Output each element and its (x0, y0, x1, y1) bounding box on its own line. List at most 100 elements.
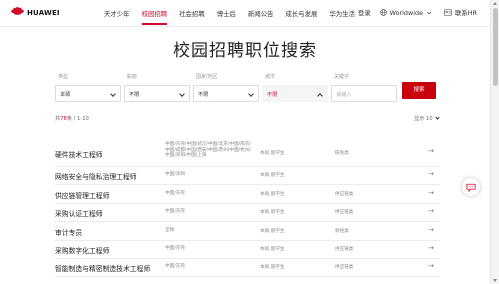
logo-text: HUAWEI (27, 8, 60, 17)
filter-type: 类型 本硕 (55, 73, 121, 102)
job-category: 供应链类 (335, 265, 354, 270)
huawei-logo[interactable]: HUAWEI (10, 7, 60, 18)
scroll-up-arrow-icon[interactable] (493, 2, 497, 5)
per-page-label: 显示 (414, 116, 425, 122)
contact-hr-icon (444, 9, 452, 16)
filter-city: 城市 不限 (262, 73, 328, 102)
nav-item-growth[interactable]: 成长与发展 (285, 9, 317, 18)
contact-hr-link[interactable]: 联系HR (444, 8, 477, 17)
job-title: 采购认证工程师 (55, 210, 103, 218)
job-list: 硬件技术工程师 中国/东莞/中国/武汉/中国/北京/中国/南京/中国/成都/中国… (55, 140, 440, 277)
top-header: HUAWEI 天才少年 校园招聘 社会招聘 博士后 新闻公告 成长与发展 华为生… (0, 0, 499, 27)
job-category: 供应链类 (335, 192, 354, 197)
arrow-right-icon[interactable]: → (428, 189, 434, 197)
job-row[interactable]: 供应链管理工程师 中国/东莞 本硕,留学生 供应链类 → (55, 185, 440, 204)
chevron-down-icon (248, 91, 254, 97)
nav-item-genius-youth[interactable]: 天才少年 (104, 9, 130, 18)
filter-type-value: 本硕 (60, 92, 71, 98)
page-title: 校园招聘职位搜索 (173, 41, 317, 61)
keyword-input[interactable]: 请输入 (331, 85, 397, 102)
job-education: 本硕,留学生 (260, 210, 285, 215)
job-row[interactable]: 审计专员 全球 本硕,留学生 财经类 → (55, 222, 440, 241)
job-education: 本硕,留学生 (260, 173, 285, 178)
job-category: 财经类 (335, 229, 349, 234)
job-location: 中国/东莞 (165, 264, 185, 269)
nav-item-social-recruitment[interactable]: 社会招聘 (179, 9, 205, 18)
results-count-suffix: 条 / 1-10 (66, 116, 89, 122)
job-education: 本硕,留学生 (260, 229, 285, 234)
main-nav: 天才少年 校园招聘 社会招聘 博士后 新闻公告 成长与发展 华为生活 (104, 9, 367, 25)
nav-item-campus-recruitment[interactable]: 校园招聘 (141, 9, 167, 25)
per-page-value: 10 (426, 115, 433, 122)
chevron-down-icon (179, 91, 185, 97)
results-count: 共78条 / 1-10 (55, 115, 89, 122)
arrow-right-icon[interactable]: → (428, 226, 434, 234)
job-title: 网络安全与隐私治理工程师 (55, 173, 137, 181)
filter-country-label: 国家/地区 (196, 74, 218, 80)
keyword-placeholder: 请输入 (336, 92, 352, 98)
job-category: 研发类 (335, 151, 349, 156)
filter-country-select[interactable]: 不限 (193, 85, 259, 102)
job-education: 本硕,留学生 (260, 151, 285, 156)
filter-function: 职能 不限 (124, 73, 190, 102)
job-education: 本硕,留学生 (260, 265, 285, 270)
job-title: 采购数字化工程师 (55, 247, 110, 255)
header-actions: 登录 Worldwide 联系HR (349, 8, 477, 18)
arrow-right-icon[interactable]: → (428, 207, 434, 215)
chat-button[interactable] (462, 178, 480, 196)
job-location: 中国/东莞 (165, 246, 185, 251)
login-link[interactable]: 登录 (358, 8, 371, 17)
nav-item-postdoc[interactable]: 博士后 (217, 9, 236, 18)
arrow-right-icon[interactable]: → (428, 244, 434, 252)
job-education: 本硕,留学生 (260, 192, 285, 197)
chevron-down-icon (435, 115, 440, 120)
job-title: 审计专员 (55, 229, 83, 237)
scroll-down-arrow-icon[interactable] (493, 279, 497, 282)
globe-icon (379, 9, 387, 16)
job-title: 供应链管理工程师 (55, 192, 110, 200)
job-location: 全球 (165, 228, 175, 233)
filter-city-select[interactable]: 不限 (262, 85, 328, 102)
filter-function-label: 职能 (127, 74, 138, 80)
job-location: 中国/东莞 (165, 191, 185, 196)
job-row[interactable]: 采购数字化工程师 中国/东莞 本硕,留学生 供应链类 → (55, 241, 440, 259)
filter-function-value: 不限 (129, 92, 140, 98)
filter-city-label: 城市 (265, 74, 276, 80)
job-category: 供应链类 (335, 210, 354, 215)
filter-type-select[interactable]: 本硕 (55, 85, 121, 102)
language-selector[interactable]: Worldwide (379, 8, 435, 17)
job-row[interactable]: 硬件技术工程师 中国/东莞/中国/武汉/中国/北京/中国/南京/中国/成都/中国… (55, 140, 440, 167)
job-title: 硬件技术工程师 (55, 151, 103, 159)
job-row[interactable]: 智能制造与精密制造技术工程师 中国/东莞 本硕,留学生 供应链类 → (55, 259, 440, 277)
filter-country: 国家/地区 不限 (193, 73, 259, 102)
job-row[interactable]: 采购认证工程师 中国/东莞 本硕,留学生 供应链类 → (55, 204, 440, 222)
huawei-flower-icon (10, 7, 25, 18)
scrollbar-thumb[interactable] (493, 8, 498, 86)
filter-type-label: 类型 (58, 74, 69, 80)
filter-keyword-label: 关键字 (334, 74, 350, 80)
search-button[interactable]: 搜索 (402, 82, 436, 99)
chevron-down-icon (426, 11, 432, 14)
language-label: Worldwide (389, 8, 423, 17)
chat-icon (466, 183, 476, 192)
filter-city-value: 不限 (267, 92, 278, 98)
job-title: 智能制造与精密制造技术工程师 (55, 265, 151, 273)
filter-keyword: 关键字 请输入 (331, 73, 397, 102)
job-category: 供应链类 (335, 247, 354, 252)
page-scrollbar[interactable] (490, 0, 499, 284)
chevron-down-icon (110, 91, 116, 97)
contact-hr-label: 联系HR (454, 9, 477, 17)
chevron-up-icon (317, 93, 323, 99)
per-page-selector[interactable]: 显示 10 (414, 115, 440, 122)
job-education: 本硕,留学生 (260, 247, 285, 252)
job-location: 中国/东莞 (165, 209, 185, 214)
results-count-number: 78 (60, 116, 67, 122)
filter-function-select[interactable]: 不限 (124, 85, 190, 102)
arrow-right-icon[interactable]: → (428, 262, 434, 270)
arrow-right-icon[interactable]: → (428, 170, 434, 178)
arrow-right-icon[interactable]: → (428, 147, 434, 155)
job-row[interactable]: 网络安全与隐私治理工程师 中国/深圳 本硕,留学生 → (55, 167, 440, 185)
nav-item-news[interactable]: 新闻公告 (248, 9, 274, 18)
job-location: 中国/东莞/中国/武汉/中国/北京/中国/南京/中国/成都/中国/西安/中国/苏… (165, 142, 251, 159)
filter-country-value: 不限 (198, 92, 209, 98)
